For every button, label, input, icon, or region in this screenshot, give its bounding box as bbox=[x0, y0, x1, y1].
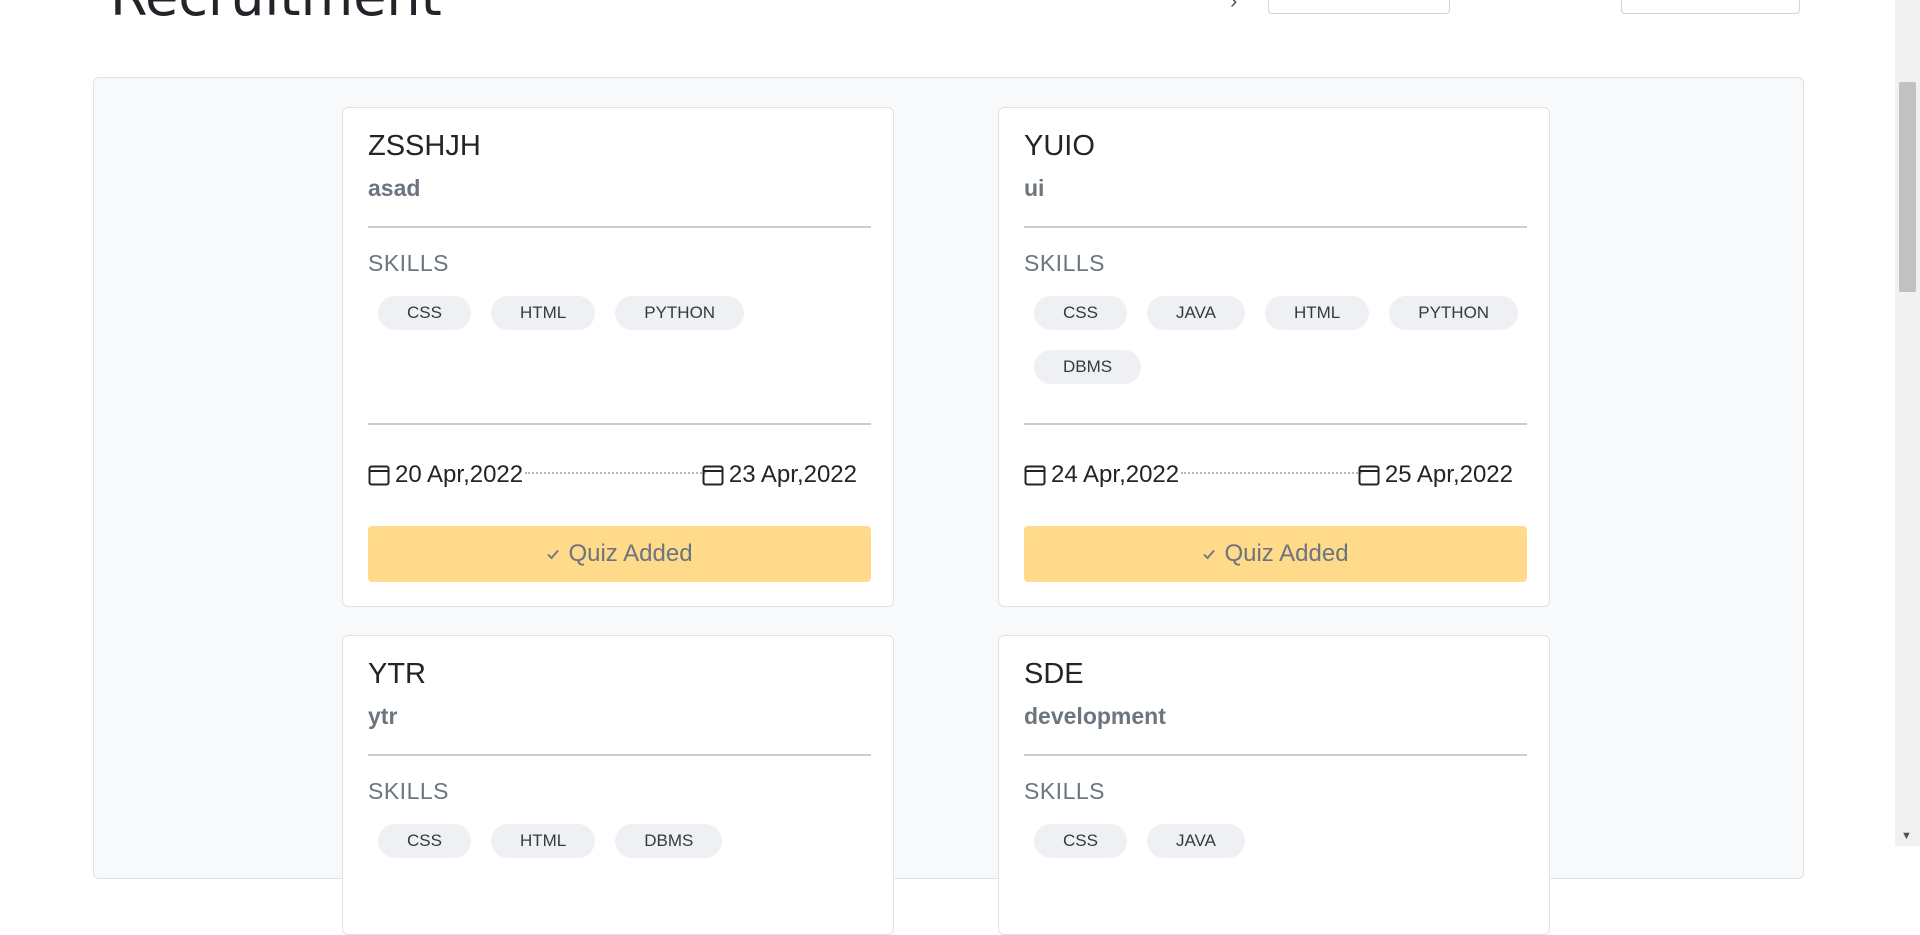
calendar-icon bbox=[1358, 465, 1380, 486]
end-date-text: 25 Apr,2022 bbox=[1384, 461, 1513, 488]
divider bbox=[1024, 423, 1527, 425]
divider bbox=[368, 226, 871, 228]
job-title: SDE bbox=[1024, 658, 1084, 690]
divider bbox=[368, 754, 871, 756]
date-connector bbox=[1181, 472, 1362, 474]
skills-list: CSS HTML PYTHON bbox=[378, 296, 868, 330]
skills-label: SKILLS bbox=[1024, 250, 1105, 276]
skills-list: CSS JAVA bbox=[1034, 824, 1524, 858]
skill-chip: JAVA bbox=[1146, 296, 1245, 330]
job-subtitle: ui bbox=[1024, 175, 1045, 201]
job-card: YTR ytr SKILLS CSS HTML DBMS bbox=[342, 635, 894, 935]
start-date-text: 24 Apr,2022 bbox=[1051, 461, 1180, 488]
divider bbox=[368, 423, 871, 425]
skills-label: SKILLS bbox=[368, 250, 449, 276]
skills-list: CSS JAVA HTML PYTHON DBMS bbox=[1034, 296, 1524, 384]
skill-chip: CSS bbox=[378, 296, 471, 330]
calendar-icon bbox=[1024, 465, 1046, 486]
sort-select[interactable] bbox=[1621, 0, 1800, 14]
divider bbox=[1024, 754, 1527, 756]
date-connector bbox=[525, 472, 706, 474]
job-subtitle: asad bbox=[368, 175, 421, 201]
skills-list: CSS HTML DBMS bbox=[378, 824, 868, 858]
start-date: 24 Apr,2022 bbox=[1024, 461, 1179, 489]
vertical-scrollbar[interactable]: ▼ bbox=[1895, 0, 1920, 846]
scrollbar-thumb[interactable] bbox=[1899, 82, 1916, 292]
page-title: Recruitment bbox=[110, 0, 442, 24]
job-subtitle: ytr bbox=[368, 703, 398, 729]
job-card: ZSSHJH asad SKILLS CSS HTML PYTHON 20 Ap… bbox=[342, 107, 894, 607]
job-card: SDE development SKILLS CSS JAVA bbox=[998, 635, 1550, 935]
date-range: 24 Apr,2022 25 Apr,2022 bbox=[1024, 461, 1527, 491]
skill-chip: DBMS bbox=[1034, 350, 1142, 384]
dropdown-caret-icon[interactable]: › bbox=[1230, 0, 1237, 14]
end-date: 25 Apr,2022 bbox=[1358, 461, 1513, 489]
skill-chip: CSS bbox=[1034, 824, 1127, 858]
date-range: 20 Apr,2022 23 Apr,2022 bbox=[368, 461, 871, 491]
job-title: ZSSHJH bbox=[368, 130, 481, 162]
check-icon bbox=[547, 549, 560, 560]
filter-select[interactable] bbox=[1268, 0, 1450, 14]
job-cards-container: ZSSHJH asad SKILLS CSS HTML PYTHON 20 Ap… bbox=[93, 77, 1804, 935]
skill-chip: JAVA bbox=[1146, 824, 1245, 858]
scroll-down-arrow-icon[interactable]: ▼ bbox=[1901, 831, 1912, 842]
skill-chip: HTML bbox=[490, 824, 596, 858]
skill-chip: HTML bbox=[1264, 296, 1370, 330]
skill-chip: DBMS bbox=[615, 824, 723, 858]
skill-chip: CSS bbox=[1034, 296, 1127, 330]
job-subtitle: development bbox=[1024, 703, 1166, 729]
skills-label: SKILLS bbox=[368, 778, 449, 804]
skill-chip: PYTHON bbox=[1389, 296, 1519, 330]
quiz-added-button[interactable]: Quiz Added bbox=[368, 526, 871, 582]
skill-chip: CSS bbox=[378, 824, 471, 858]
skill-chip: HTML bbox=[490, 296, 596, 330]
job-title: YTR bbox=[368, 658, 426, 690]
calendar-icon bbox=[702, 465, 724, 486]
skills-label: SKILLS bbox=[1024, 778, 1105, 804]
quiz-button-label: Quiz Added bbox=[1224, 540, 1349, 567]
end-date-text: 23 Apr,2022 bbox=[728, 461, 857, 488]
end-date: 23 Apr,2022 bbox=[702, 461, 857, 489]
divider bbox=[1024, 226, 1527, 228]
calendar-icon bbox=[368, 465, 390, 486]
quiz-button-label: Quiz Added bbox=[568, 540, 693, 567]
job-card: YUIO ui SKILLS CSS JAVA HTML PYTHON DBMS… bbox=[998, 107, 1550, 607]
job-title: YUIO bbox=[1024, 130, 1095, 162]
check-icon bbox=[1203, 549, 1216, 560]
start-date: 20 Apr,2022 bbox=[368, 461, 523, 489]
quiz-added-button[interactable]: Quiz Added bbox=[1024, 526, 1527, 582]
start-date-text: 20 Apr,2022 bbox=[395, 461, 524, 488]
skill-chip: PYTHON bbox=[615, 296, 745, 330]
